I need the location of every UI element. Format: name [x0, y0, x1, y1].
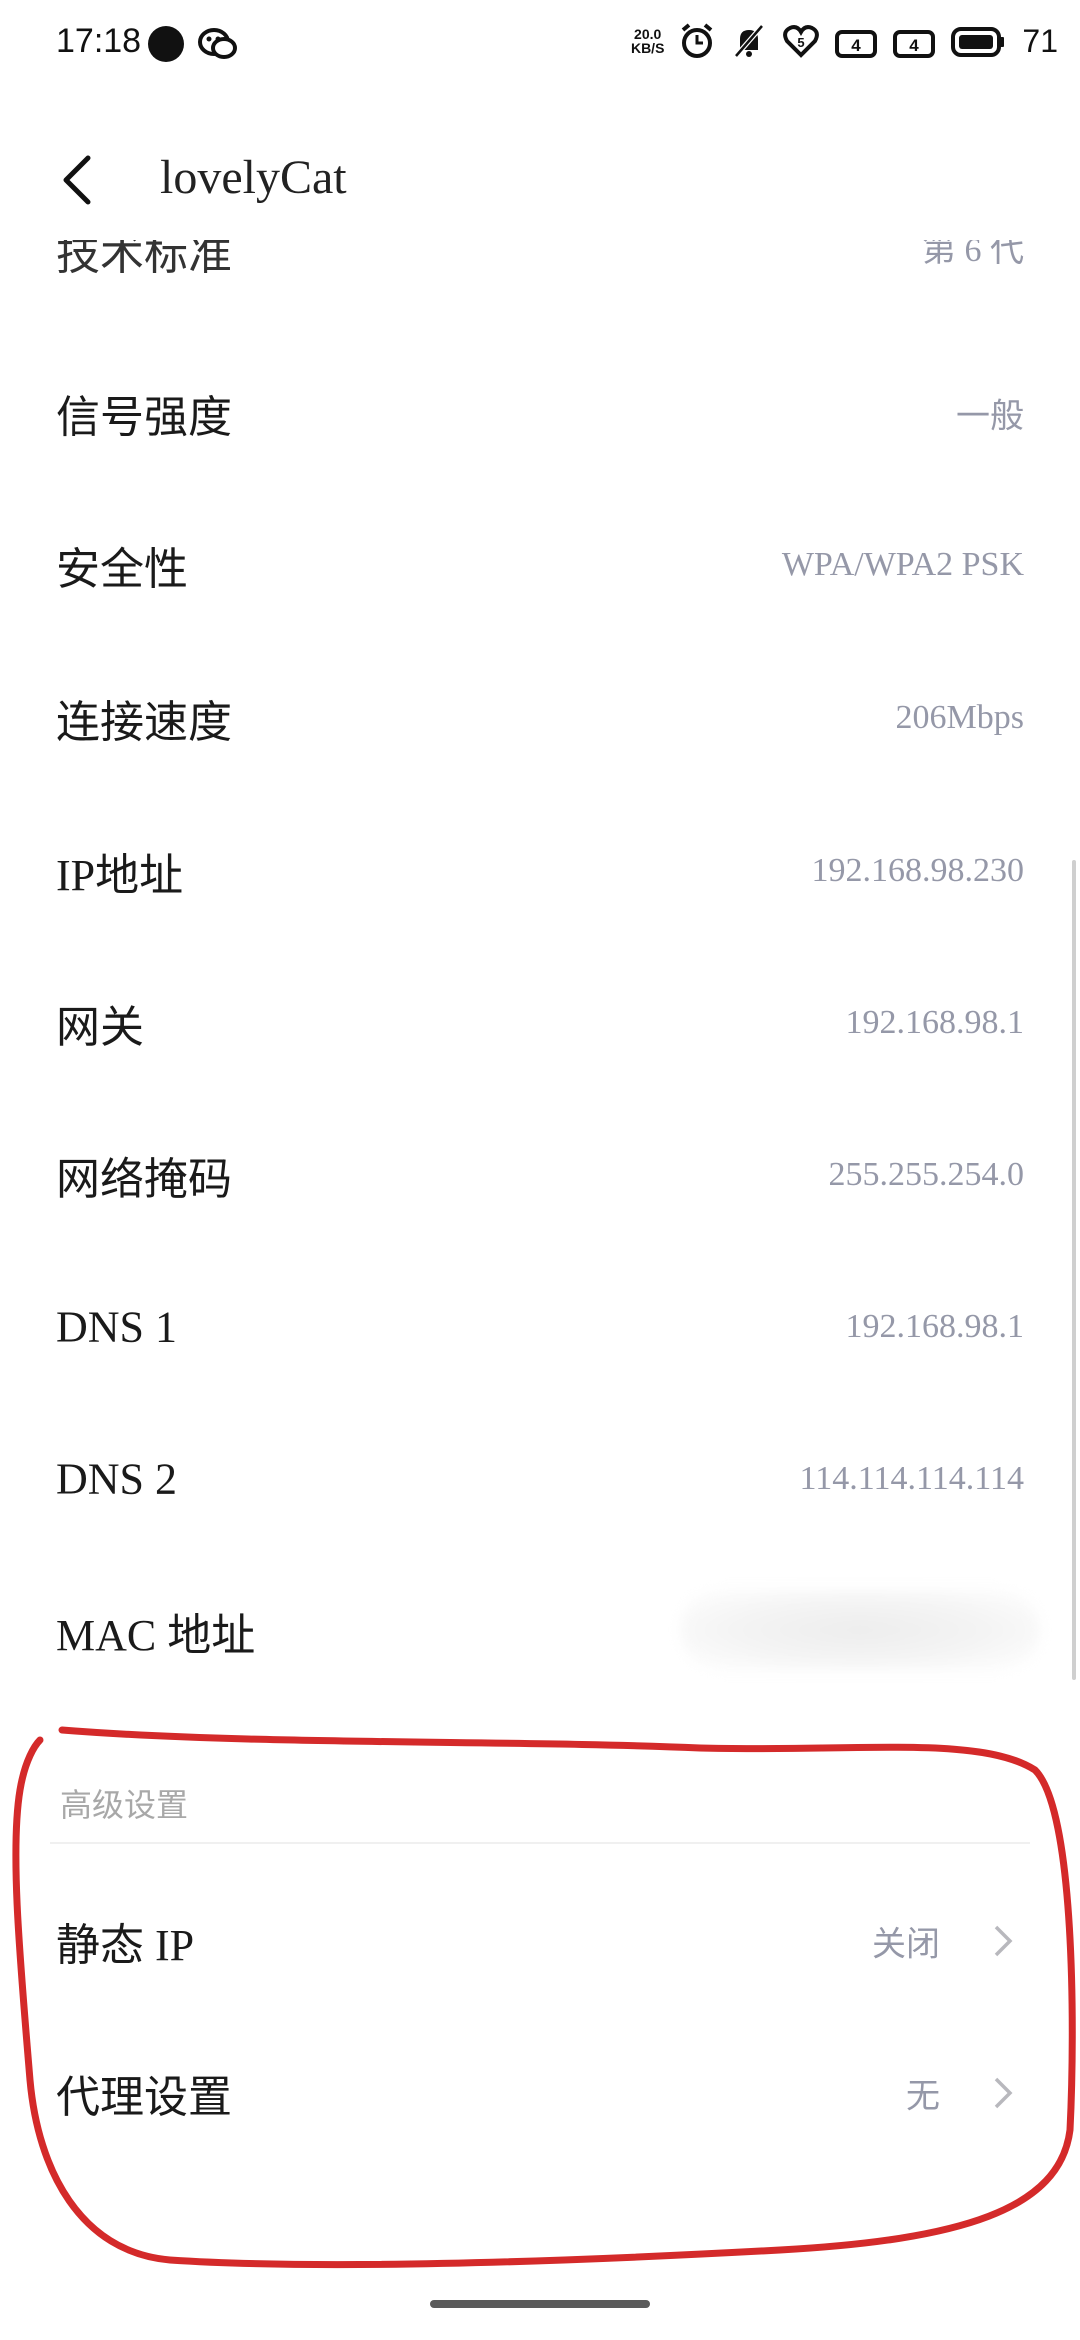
signal-4g-second-icon: 4 [893, 30, 936, 58]
app-header: lovelyCat [0, 120, 1080, 240]
svg-text:4: 4 [852, 36, 862, 55]
chevron-right-icon [994, 2077, 1013, 2109]
detail-label: IP地址 [56, 851, 184, 900]
status-time: 17:18 [56, 22, 142, 60]
detail-label: 安全性 [56, 545, 188, 594]
mute-bell-icon [734, 24, 765, 58]
detail-row-ip: IP地址 192.168.98.230 [0, 796, 1080, 946]
detail-value: 255.255.254.0 [828, 1156, 1025, 1193]
notification-bubble-icon [148, 26, 184, 62]
detail-label: DNS 1 [56, 1302, 178, 1352]
proxy-settings-item[interactable]: 代理设置 无 [0, 2018, 1080, 2168]
section-header-advanced: 高级设置 [60, 1787, 189, 1823]
proxy-settings-label: 代理设置 [56, 2073, 232, 2122]
detail-value: 192.168.98.1 [845, 1308, 1025, 1345]
status-bar: 17:18 20.0 KB/S 5 4 4 71 [0, 0, 1080, 90]
static-ip-value: 关闭 [872, 1926, 940, 1964]
detail-row-dns1: DNS 1 192.168.98.1 [0, 1252, 1080, 1402]
battery-percent: 71 [1022, 22, 1058, 59]
detail-value: 192.168.98.230 [811, 852, 1025, 889]
static-ip-item[interactable]: 静态 IP 关闭 [0, 1866, 1080, 2016]
alarm-icon [682, 23, 713, 58]
detail-label: MAC 地址 [56, 1611, 256, 1660]
hotspot-heart-icon: 5 [783, 25, 820, 58]
svg-text:4: 4 [910, 36, 920, 55]
page-title: lovelyCat [160, 151, 347, 204]
chevron-right-icon [994, 1925, 1013, 1957]
detail-row-netmask: 网络掩码 255.255.254.0 [0, 1100, 1080, 1250]
detail-value: 192.168.98.1 [845, 1004, 1025, 1041]
detail-value: 114.114.114.114 [799, 1460, 1024, 1497]
detail-row-gateway: 网关 192.168.98.1 [0, 948, 1080, 1098]
home-indicator[interactable] [430, 2300, 650, 2308]
divider [50, 1842, 1030, 1844]
proxy-settings-value: 无 [906, 2078, 940, 2116]
detail-label: 连接速度 [56, 698, 232, 747]
detail-label: 信号强度 [56, 393, 232, 442]
detail-label: DNS 2 [56, 1454, 178, 1504]
detail-value: 206Mbps [895, 699, 1024, 736]
detail-value: WPA/WPA2 PSK [781, 546, 1024, 583]
svg-text:5: 5 [798, 35, 805, 50]
net-speed: 20.0 KB/S [630, 26, 665, 56]
static-ip-label: 静态 IP [56, 1921, 195, 1970]
detail-row-security: 安全性 WPA/WPA2 PSK [0, 490, 1080, 640]
wechat-icon [198, 28, 237, 59]
detail-row-dns2: DNS 2 114.114.114.114 [0, 1404, 1080, 1554]
detail-label: 网关 [56, 1003, 144, 1052]
detail-row-speed: 连接速度 206Mbps [0, 643, 1080, 793]
signal-4g-icon: 4 [835, 30, 878, 58]
detail-value: 一般 [956, 398, 1024, 436]
mac-address-blurred [680, 1590, 1040, 1670]
detail-label: 网络掩码 [56, 1155, 232, 1204]
back-arrow-icon[interactable] [50, 150, 110, 210]
battery-icon [951, 27, 1005, 57]
detail-row-signal: 信号强度 一般 [0, 338, 1080, 488]
